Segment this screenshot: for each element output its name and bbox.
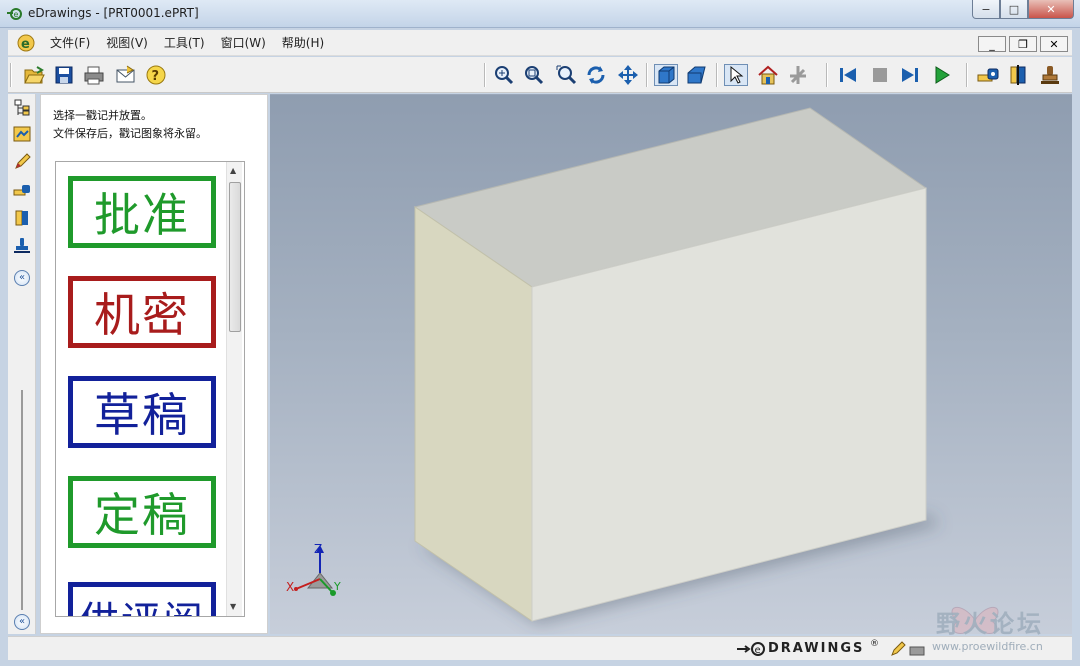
watermark-text: 野火论坛: [936, 610, 1044, 638]
stamp-confidential[interactable]: 机密: [68, 276, 216, 348]
select-icon[interactable]: [724, 64, 748, 86]
save-icon[interactable]: [52, 64, 76, 86]
first-frame-icon[interactable]: [836, 64, 860, 86]
scroll-up-arrow[interactable]: ▲: [230, 166, 236, 175]
main-toolbar: ?: [8, 57, 1072, 93]
home-icon[interactable]: [756, 64, 780, 86]
zoom-area-icon[interactable]: [554, 64, 578, 86]
stamp-list[interactable]: 批准 机密 草稿 定稿 供评阅 ▲ ▼: [55, 161, 245, 617]
rotate-icon[interactable]: [584, 64, 608, 86]
stamp-draft[interactable]: 草稿: [68, 376, 216, 448]
registered-mark: ®: [870, 639, 879, 649]
minimize-button[interactable]: −: [972, 0, 1000, 19]
stamp-icon[interactable]: [1038, 64, 1062, 86]
3d-pointer-icon[interactable]: [786, 64, 810, 86]
window-title: eDrawings - [PRT0001.ePRT]: [28, 6, 199, 20]
zoom-to-fit-icon[interactable]: [522, 64, 546, 86]
menu-tools[interactable]: 工具(T): [156, 34, 213, 51]
menu-file[interactable]: 文件(F): [42, 34, 98, 51]
stamp-icon[interactable]: [12, 236, 32, 256]
toolbar-separator: [484, 63, 486, 87]
splitter-line: [21, 390, 23, 610]
svg-text:?: ?: [152, 69, 160, 84]
axis-label-z: Z: [314, 542, 322, 556]
play-icon[interactable]: [930, 64, 954, 86]
shaded-icon[interactable]: [654, 64, 678, 86]
measure-icon[interactable]: [12, 180, 32, 200]
perspective-icon[interactable]: [684, 64, 708, 86]
stamp-panel: 选择一戳记并放置。 文件保存后，戳记图象将永留。 批准 机密 草稿 定稿 供评阅…: [40, 94, 268, 634]
stop-icon[interactable]: [868, 64, 892, 86]
axis-label-y: Y: [333, 580, 341, 593]
instruction-line-1: 选择一戳记并放置。: [53, 109, 152, 122]
model-canvas[interactable]: Z X Y: [270, 95, 1072, 635]
open-icon[interactable]: [22, 64, 46, 86]
menu-view[interactable]: 视图(V): [98, 34, 156, 51]
doc-close-button[interactable]: ✕: [1040, 36, 1068, 52]
section-icon[interactable]: [1006, 64, 1030, 86]
stamp-for-review[interactable]: 供评阅: [68, 582, 216, 616]
next-frame-icon[interactable]: [898, 64, 922, 86]
collapse-panel-button[interactable]: «: [14, 270, 30, 286]
menu-window[interactable]: 窗口(W): [213, 34, 274, 51]
stamp-list-scrollbar[interactable]: ▲ ▼: [226, 162, 242, 616]
3d-viewport[interactable]: Z X Y: [270, 94, 1072, 634]
watermark-url: www.proewildfire.cn: [932, 640, 1043, 653]
document-icon[interactable]: e: [16, 33, 36, 53]
svg-text:e: e: [14, 10, 19, 19]
instruction-line-2: 文件保存后，戳记图象将永留。: [53, 127, 207, 140]
configurations-icon[interactable]: [12, 124, 32, 144]
axis-triad: Z X Y: [286, 542, 341, 596]
brand-wordmark: DRAWINGS: [768, 641, 865, 656]
maximize-button[interactable]: □: [1000, 0, 1028, 19]
toolbar-separator: [966, 63, 968, 87]
menu-help[interactable]: 帮助(H): [274, 34, 332, 51]
stamp-approved[interactable]: 批准: [68, 176, 216, 248]
left-tab-bar: « «: [8, 94, 36, 634]
doc-minimize-button[interactable]: _: [978, 36, 1006, 52]
axis-label-x: X: [286, 580, 294, 594]
measure-icon[interactable]: [976, 64, 1000, 86]
toolbar-grip: [10, 63, 12, 87]
components-icon[interactable]: [12, 98, 32, 118]
title-bar: e eDrawings - [PRT0001.ePRT] − □ ✕: [0, 0, 1080, 28]
scroll-down-arrow[interactable]: ▼: [230, 602, 236, 611]
close-button[interactable]: ✕: [1028, 0, 1074, 19]
pan-icon[interactable]: [616, 64, 640, 86]
markup-status-icon: [891, 641, 925, 656]
zoom-icon[interactable]: [492, 64, 516, 86]
print-icon[interactable]: [82, 64, 106, 86]
svg-text:e: e: [755, 645, 761, 656]
toolbar-separator: [716, 63, 718, 87]
toolbar-separator: [646, 63, 648, 87]
svg-text:e: e: [21, 37, 30, 52]
toolbar-separator: [826, 63, 828, 87]
scroll-thumb[interactable]: [229, 182, 241, 332]
menu-bar: e 文件(F) 视图(V) 工具(T) 窗口(W) 帮助(H) _ ❐ ✕: [8, 30, 1072, 56]
edrawings-logo-icon: e: [737, 642, 765, 656]
markup-icon[interactable]: [12, 152, 32, 172]
doc-restore-button[interactable]: ❐: [1009, 36, 1037, 52]
edrawings-app-icon[interactable]: e: [6, 6, 22, 22]
stamp-final[interactable]: 定稿: [68, 476, 216, 548]
help-icon[interactable]: ?: [144, 64, 168, 86]
section-icon[interactable]: [12, 208, 32, 228]
collapse-bottom-button[interactable]: «: [14, 614, 30, 630]
send-mail-icon[interactable]: [114, 64, 138, 86]
